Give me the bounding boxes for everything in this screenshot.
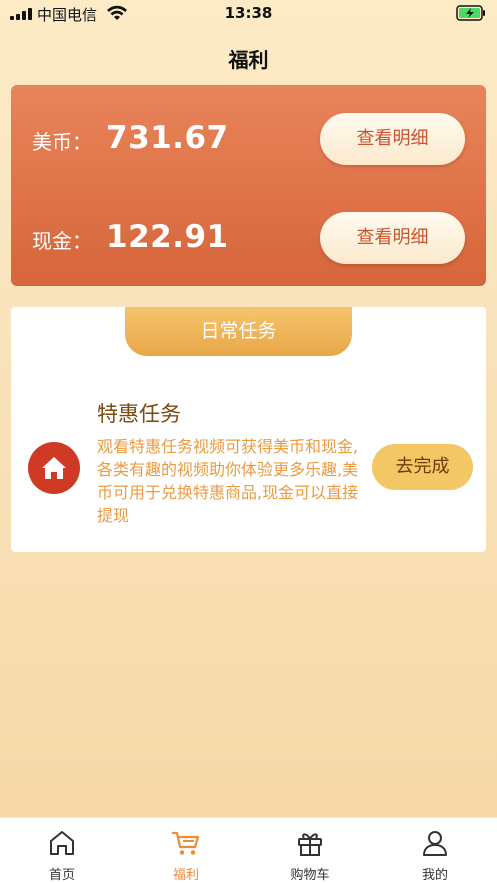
coin-label: 美币： — [32, 130, 92, 154]
tab-home[interactable]: 首页 — [0, 818, 124, 883]
daily-tasks-card: 日常任务 特惠任务 观看特惠任务视频可获得美币和现金,各类有趣的视频助你体验更多… — [11, 307, 486, 552]
coin-detail-button[interactable]: 查看明细 — [320, 113, 465, 165]
task-title: 特惠任务 — [97, 402, 181, 426]
user-icon — [423, 831, 447, 856]
gift-icon — [298, 833, 322, 856]
tab-bar: 首页 福利 购物车 我的 — [0, 817, 497, 883]
status-bar: 中国电信 13:38 — [0, 0, 497, 28]
balance-card: 美币： 731.67 查看明细 现金： 122.91 查看明细 — [11, 85, 486, 286]
tab-mine-label: 我的 — [421, 868, 448, 883]
battery-charging-icon — [456, 5, 485, 21]
cash-detail-button[interactable]: 查看明细 — [320, 212, 465, 264]
tab-welfare-label: 福利 — [172, 868, 199, 883]
home-outline-icon — [50, 831, 74, 855]
tab-shopping-cart[interactable]: 购物车 — [248, 818, 372, 883]
coin-balance-row: 美币： 731.67 查看明细 — [11, 109, 486, 169]
cash-value: 122.91 — [106, 219, 229, 255]
tab-mine[interactable]: 我的 — [373, 818, 497, 883]
complete-task-button[interactable]: 去完成 — [372, 444, 473, 490]
status-time: 13:38 — [224, 4, 273, 22]
tab-shopping-cart-label: 购物车 — [290, 868, 330, 883]
home-icon — [28, 442, 80, 494]
cart-icon — [171, 831, 200, 855]
daily-tasks-tab: 日常任务 — [125, 307, 352, 356]
coin-value: 731.67 — [106, 120, 229, 156]
tab-home-label: 首页 — [48, 868, 75, 883]
cash-balance-row: 现金： 122.91 查看明细 — [11, 208, 486, 268]
cash-label: 现金： — [32, 229, 92, 253]
task-description: 观看特惠任务视频可获得美币和现金,各类有趣的视频助你体验更多乐趣,美币可用于兑换… — [97, 437, 359, 525]
tab-welfare[interactable]: 福利 — [124, 818, 248, 883]
page-title: 福利 — [228, 48, 269, 72]
